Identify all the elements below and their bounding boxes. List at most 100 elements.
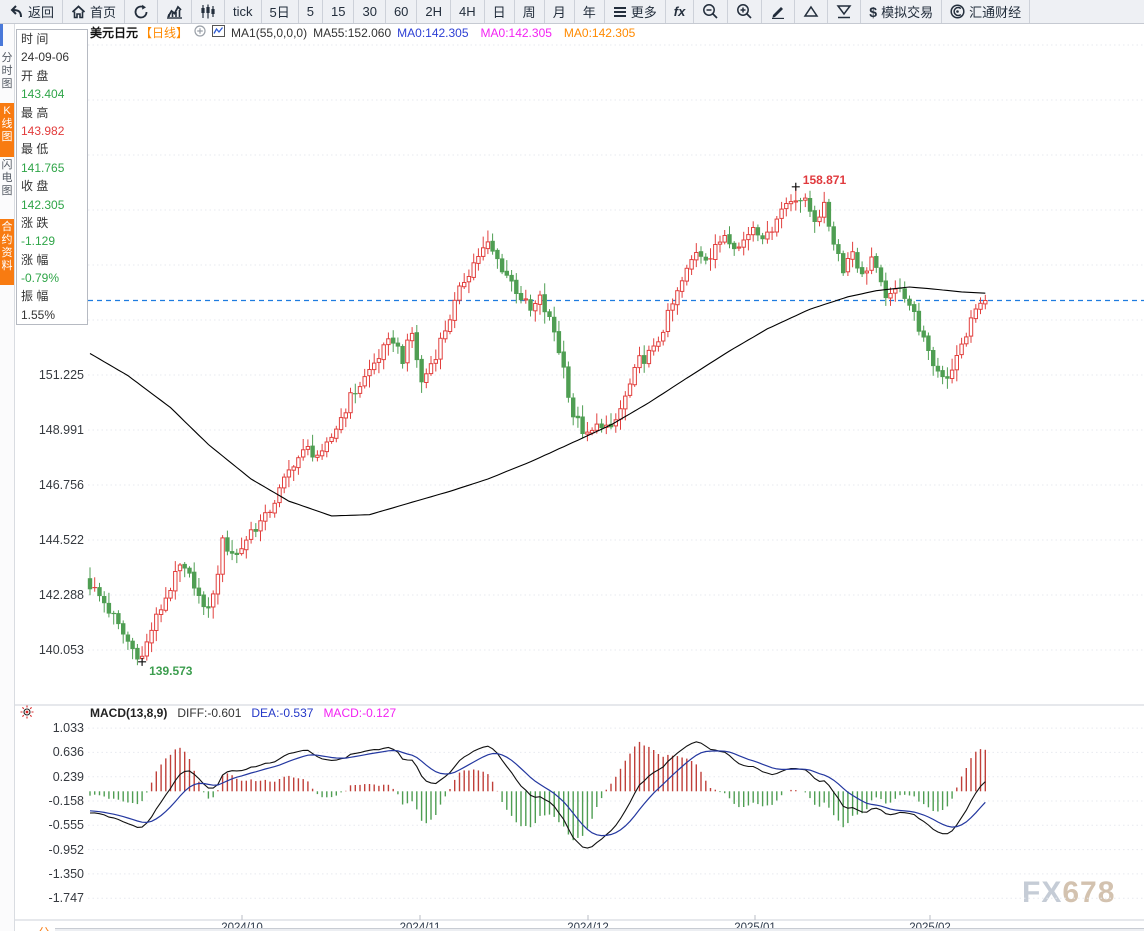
info-label: 时 间 <box>17 30 87 48</box>
y-axis-label-main: 142.288 <box>30 588 84 602</box>
info-label: 收 盘 <box>17 177 87 195</box>
ma-values: MA0:142.305MA0:142.305MA0:142.305 <box>397 26 635 40</box>
toolbar-button-label: 60 <box>394 4 408 19</box>
triangle-up-icon <box>803 5 819 18</box>
sidebar-tab-3[interactable]: 闪电图 <box>0 157 14 217</box>
toolbar-button-30m[interactable]: 30 <box>354 0 385 23</box>
toolbar-button-back[interactable]: 返回 <box>0 0 63 23</box>
toolbar-button-label: 5 <box>307 4 314 19</box>
menu-icon <box>613 6 627 18</box>
info-value: 141.765 <box>17 159 87 177</box>
toolbar-button-fx678-news[interactable]: 汇通财经 <box>942 0 1030 23</box>
add-indicator-icon[interactable] <box>194 25 206 40</box>
y-axis-label-macd: 0.636 <box>30 745 84 759</box>
toolbar-button-label: 周 <box>523 2 536 21</box>
y-axis-label-macd: -0.952 <box>30 843 84 857</box>
triangle-down-icon <box>836 4 852 19</box>
toolbar-button-4h[interactable]: 4H <box>451 0 485 23</box>
info-value: 143.982 <box>17 122 87 140</box>
macd-settings-icon[interactable] <box>20 705 34 724</box>
info-label: 最 高 <box>17 104 87 122</box>
y-axis-label-macd: -1.350 <box>30 867 84 881</box>
toolbar-button-refresh[interactable] <box>125 0 158 23</box>
pencil-icon <box>770 4 786 19</box>
main-chart-canvas[interactable] <box>0 0 1144 931</box>
toolbar-button-day[interactable]: 日 <box>485 0 515 23</box>
refresh-icon <box>133 4 149 20</box>
info-value: 24-09-06 <box>17 48 87 66</box>
ma-settings-label: MA1(55,0,0,0) <box>231 26 307 40</box>
toolbar-button-5d[interactable]: 5日 <box>262 0 299 23</box>
ma55-value: MA55:152.060 <box>313 26 391 40</box>
macd-title: MACD(13,8,9) <box>90 706 167 720</box>
info-value: 142.305 <box>17 196 87 214</box>
macd-header: MACD(13,8,9) DIFF:-0.601 DEA:-0.537 MACD… <box>90 706 396 720</box>
sidebar-tab-4[interactable]: 合约资料 <box>0 219 14 285</box>
chart-type-tabstrip: 分时图K线图闪电图合约资料 <box>0 23 15 931</box>
info-label: 振 幅 <box>17 287 87 305</box>
top-toolbar: 返回首页 tick 5日 5 15 30 60 2H 4H 日周月年 更多 fx $模拟交易 汇通财经 <box>0 0 1144 24</box>
toolbar-button-label: 30 <box>362 4 376 19</box>
candlestick-icon <box>200 4 216 19</box>
toolbar-button-60m[interactable]: 60 <box>386 0 417 23</box>
back-arrow-icon <box>8 4 24 19</box>
toolbar-button-5m[interactable]: 5 <box>299 0 323 23</box>
toolbar-button-week[interactable]: 周 <box>515 0 545 23</box>
info-label: 最 低 <box>17 140 87 158</box>
chart-type-icon[interactable] <box>212 25 225 40</box>
toolbar-button-fx[interactable]: fx <box>666 0 695 23</box>
y-axis-label-macd: 1.033 <box>30 721 84 735</box>
ma-current-value: MA0:142.305 <box>564 26 635 40</box>
toolbar-button-more[interactable]: 更多 <box>605 0 666 23</box>
toolbar-button-tick[interactable]: tick <box>225 0 262 23</box>
y-axis-label-main: 144.522 <box>30 533 84 547</box>
toolbar-button-label: 5日 <box>270 2 290 21</box>
toolbar-button-15m[interactable]: 15 <box>323 0 354 23</box>
y-axis-label-macd: -1.747 <box>30 891 84 905</box>
ohlc-info-panel: 时 间24-09-06开 盘143.404最 高143.982最 低141.76… <box>16 29 88 325</box>
toolbar-button-label: 年 <box>583 2 596 21</box>
toolbar-button-triangle-down[interactable] <box>828 0 861 23</box>
zoom-in-icon <box>736 3 753 20</box>
toolbar-button-label: 更多 <box>631 2 657 21</box>
toolbar-button-month[interactable]: 月 <box>545 0 575 23</box>
toolbar-button-draw[interactable] <box>762 0 795 23</box>
toolbar-button-label: 4H <box>459 4 476 19</box>
info-value: -0.79% <box>17 269 87 287</box>
info-label: 涨 跌 <box>17 214 87 232</box>
line-chart-icon <box>166 4 183 19</box>
info-label: 涨 幅 <box>17 251 87 269</box>
toolbar-button-label: 返回 <box>28 2 54 21</box>
macd-macd-value: MACD:-0.127 <box>323 706 396 720</box>
toolbar-button-triangle-up[interactable] <box>795 0 828 23</box>
toolbar-button-year[interactable]: 年 <box>575 0 605 23</box>
toolbar-button-label: 日 <box>493 2 506 21</box>
toolbar-button-label: tick <box>233 4 253 19</box>
info-value: -1.129 <box>17 232 87 250</box>
y-axis-label-main: 151.225 <box>30 368 84 382</box>
info-value: 1.55% <box>17 306 87 324</box>
toolbar-button-label: 模拟交易 <box>881 2 933 21</box>
low-price-annotation: 139.573 <box>149 664 192 678</box>
y-axis-label-main: 148.991 <box>30 423 84 437</box>
sidebar-tab-1[interactable]: 分时图 <box>0 50 14 104</box>
toolbar-button-2h[interactable]: 2H <box>417 0 451 23</box>
dollar-icon: $ <box>869 4 877 20</box>
zoom-out-icon <box>702 3 719 20</box>
bottom-bar-clipped-text: 分 <box>38 924 50 931</box>
sidebar-tab-2[interactable]: K线图 <box>0 103 14 157</box>
toolbar-button-label: 月 <box>553 2 566 21</box>
toolbar-button-home[interactable]: 首页 <box>63 0 125 23</box>
period-label: 【日线】 <box>140 24 188 41</box>
toolbar-button-zoom-in[interactable] <box>728 0 762 23</box>
home-icon <box>71 5 86 19</box>
toolbar-button-sim-trade[interactable]: $模拟交易 <box>861 0 942 23</box>
macd-diff-value: DIFF:-0.601 <box>177 706 241 720</box>
toolbar-button-candlestick[interactable] <box>192 0 225 23</box>
toolbar-button-label: fx <box>674 4 686 19</box>
ma-current-value: MA0:142.305 <box>397 26 468 40</box>
toolbar-button-line-chart[interactable] <box>158 0 192 23</box>
toolbar-button-zoom-out[interactable] <box>694 0 728 23</box>
toolbar-button-label: 汇通财经 <box>969 2 1021 21</box>
y-axis-label-main: 140.053 <box>30 643 84 657</box>
